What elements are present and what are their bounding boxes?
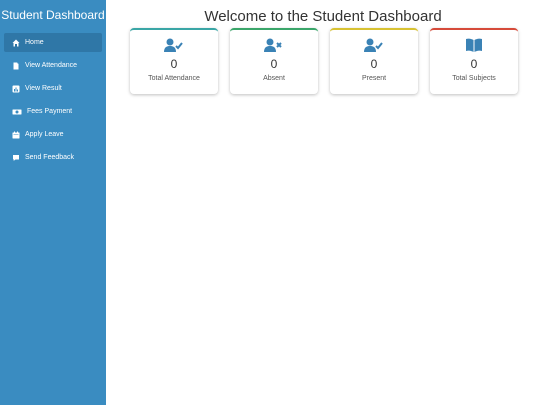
chart-icon xyxy=(12,85,20,93)
home-icon xyxy=(12,39,20,47)
user-check-icon xyxy=(330,38,418,54)
sidebar-item-view-result[interactable]: View Result xyxy=(4,79,102,98)
page-title: Welcome to the Student Dashboard xyxy=(204,8,442,25)
money-icon xyxy=(12,108,22,116)
sidebar-item-view-attendance[interactable]: View Attendance xyxy=(4,56,102,75)
sidebar-item-label: View Attendance xyxy=(25,62,78,69)
calendar-icon xyxy=(12,131,20,139)
sidebar-item-label: View Result xyxy=(25,85,62,92)
sidebar-item-label: Send Feedback xyxy=(25,154,75,161)
card-value: 0 xyxy=(170,57,178,71)
card-label: Total Subjects xyxy=(452,75,496,82)
card-label: Total Attendance xyxy=(148,75,200,82)
main-content: Welcome to the Student Dashboard 0 Total… xyxy=(106,0,540,405)
sidebar-item-send-feedback[interactable]: Send Feedback xyxy=(4,148,102,167)
card-absent: 0 Absent xyxy=(230,28,318,94)
card-present: 0 Present xyxy=(330,28,418,94)
card-value: 0 xyxy=(370,57,378,71)
sidebar-item-apply-leave[interactable]: Apply Leave xyxy=(4,125,102,144)
book-icon xyxy=(430,38,518,54)
card-label: Absent xyxy=(263,75,285,82)
sidebar-item-label: Fees Payment xyxy=(27,108,73,115)
sidebar-item-fees-payment[interactable]: Fees Payment xyxy=(4,102,102,121)
document-icon xyxy=(12,62,20,70)
sidebar-item-label: Apply Leave xyxy=(25,131,64,138)
comment-icon xyxy=(12,154,20,162)
sidebar: Student Dashboard Home View Attendance V… xyxy=(0,0,106,405)
user-times-icon xyxy=(230,38,318,54)
sidebar-nav: Home View Attendance View Result Fees Pa… xyxy=(0,33,106,167)
card-total-attendance: 0 Total Attendance xyxy=(130,28,218,94)
card-total-subjects: 0 Total Subjects xyxy=(430,28,518,94)
sidebar-item-home[interactable]: Home xyxy=(4,33,102,52)
card-value: 0 xyxy=(270,57,278,71)
user-check-icon xyxy=(130,38,218,54)
card-value: 0 xyxy=(470,57,478,71)
sidebar-title: Student Dashboard xyxy=(1,8,105,22)
card-label: Present xyxy=(361,75,387,82)
sidebar-item-label: Home xyxy=(25,39,44,46)
